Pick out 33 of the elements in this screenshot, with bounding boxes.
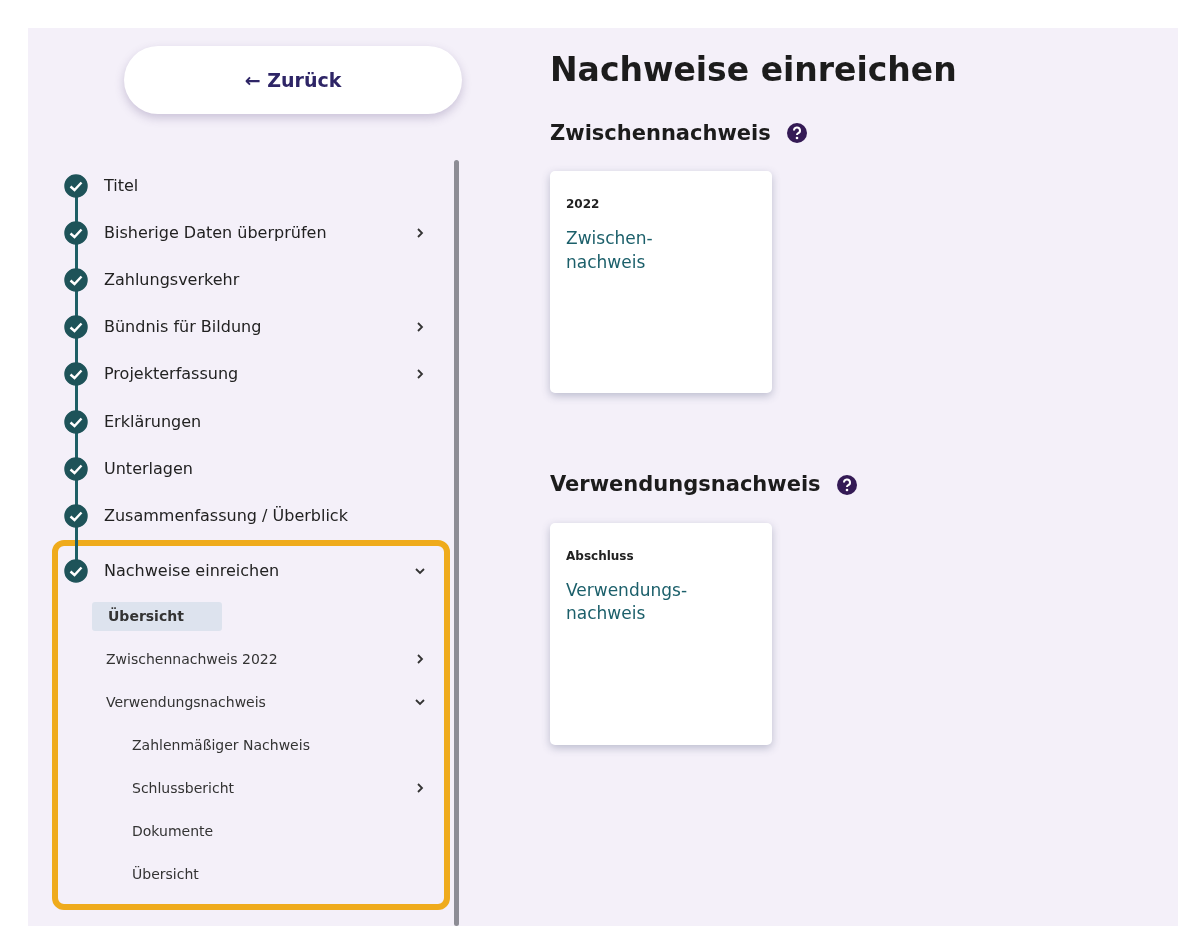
nav-subitem[interactable]: Zwischennachweis 2022 — [92, 645, 292, 673]
nav-step[interactable]: Nachweise einreichen — [104, 559, 280, 584]
tile-card[interactable]: Abschluss Verwendungs- nachweis — [550, 522, 772, 745]
help-icon[interactable] — [836, 474, 857, 495]
chevron-right-icon[interactable] — [414, 368, 426, 381]
nav-subitem[interactable]: Zahlenmäßiger Nachweis — [118, 731, 324, 759]
chevron-right-icon[interactable] — [414, 782, 426, 795]
nav-subitem[interactable]: Verwendungsnachweis — [92, 688, 280, 716]
nav-step[interactable]: Bündnis für Bildung — [104, 315, 262, 340]
nav-subitem[interactable]: Schlussbericht — [118, 774, 248, 802]
tile-link[interactable]: Zwischen- nachweis — [566, 227, 653, 275]
back-button[interactable]: ← Zurück — [124, 46, 462, 114]
nav-subitem[interactable]: Dokumente — [118, 817, 228, 845]
nav-step[interactable]: Zusammenfassung / Überblick — [104, 503, 348, 528]
nav-step[interactable]: Unterlagen — [104, 456, 193, 481]
nav-subitem[interactable]: Übersicht — [118, 860, 213, 888]
tile-caption: Abschluss — [566, 547, 635, 565]
tile-caption: 2022 — [566, 196, 601, 214]
nav-step[interactable]: Erklärungen — [104, 409, 202, 434]
chevron-right-icon[interactable] — [414, 321, 426, 334]
nav-step[interactable]: Bisherige Daten überprüfen — [104, 220, 327, 245]
page-title: Nachweise einreichen — [550, 50, 957, 90]
nav-step[interactable]: Titel — [104, 173, 139, 198]
chevron-right-icon[interactable] — [414, 226, 426, 239]
help-icon[interactable] — [786, 123, 807, 144]
nav-step[interactable]: Zahlungsverkehr — [104, 267, 240, 292]
nav-step[interactable]: Projekterfassung — [104, 362, 239, 387]
section-heading: Verwendungsnachweis — [550, 471, 821, 499]
tile-card[interactable]: 2022 Zwischen- nachweis — [550, 171, 772, 394]
section-heading: Zwischennachweis — [550, 119, 771, 147]
nav-subitem[interactable]: Übersicht — [92, 601, 222, 631]
tile-link[interactable]: Verwendungs- nachweis — [566, 578, 688, 627]
chevron-right-icon[interactable] — [414, 653, 426, 666]
